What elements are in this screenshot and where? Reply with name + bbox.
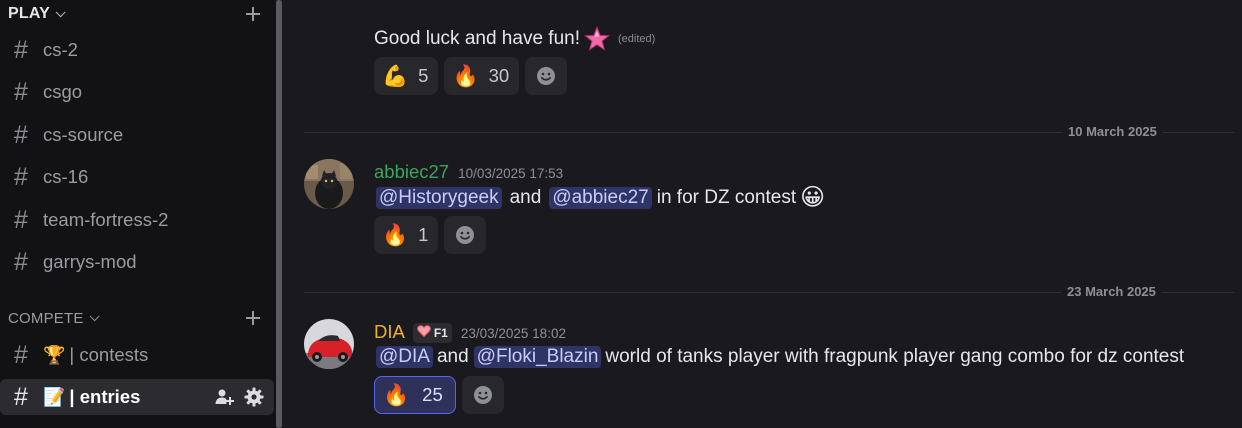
mention-dia[interactable]: @DIA <box>376 346 433 368</box>
channel-item-garrys-mod[interactable]: # garrys-mod <box>0 244 274 280</box>
add-reaction-button[interactable] <box>444 216 487 254</box>
channel-item-contests[interactable]: # 🏆 | contests <box>0 337 274 373</box>
reaction-count: 5 <box>418 65 429 86</box>
channel-sidebar: PLAY # cs-2 # csgo # cs-source # cs-16 #… <box>0 0 276 428</box>
reaction-flexed-biceps[interactable]: 💪 5 <box>374 57 439 95</box>
author-name[interactable]: DIA <box>374 321 405 343</box>
reaction-fire[interactable]: 🔥 1 <box>374 216 439 254</box>
pink-star-icon <box>584 26 610 51</box>
fire-icon: 🔥 <box>382 223 409 247</box>
avatar-dia[interactable] <box>304 319 354 369</box>
guild-tag-label: F1 <box>433 325 448 340</box>
hash-icon: # <box>14 341 28 369</box>
hash-icon: # <box>14 248 28 276</box>
edited-indicator: (edited) <box>617 33 656 45</box>
channel-name: 🏆 | contests <box>43 344 148 366</box>
reaction-count: 25 <box>422 384 443 405</box>
message-header: abbiec27 10/03/2025 17:53 <box>374 161 563 183</box>
hash-icon: # <box>14 36 28 64</box>
message-content: @Historygeek and @abbiec27 in for DZ con… <box>374 186 825 210</box>
hash-icon: # <box>14 206 28 234</box>
add-reaction-icon <box>473 386 492 404</box>
add-reaction-icon <box>537 67 556 85</box>
add-reaction-button[interactable] <box>461 376 504 414</box>
channel-item-csgo[interactable]: # csgo <box>0 74 274 110</box>
chat-area: Good luck and have fun! (edited) 💪 5 🔥 3… <box>282 0 1242 428</box>
memo-icon: 📝 <box>43 387 66 407</box>
message-text: Good luck and have fun! <box>374 28 580 49</box>
heart-badge-icon <box>416 325 431 340</box>
message-header: DIA F1 23/03/2025 18:02 <box>374 321 566 344</box>
flexed-biceps-icon: 💪 <box>382 64 409 88</box>
guild-tag[interactable]: F1 <box>412 322 452 343</box>
reaction-count: 30 <box>488 65 510 86</box>
reaction-bar: 🔥 1 <box>374 216 487 254</box>
chevron-down-icon <box>55 6 66 17</box>
date-divider-label: 10 March 2025 <box>1062 124 1163 139</box>
add-channel-icon[interactable] <box>245 3 261 25</box>
message-text: and <box>509 187 542 208</box>
channel-name: cs-16 <box>43 166 89 187</box>
channel-item-cs-16[interactable]: # cs-16 <box>0 159 274 195</box>
message-timestamp: 10/03/2025 17:53 <box>458 166 564 181</box>
channel-label: | entries <box>69 386 141 407</box>
chevron-down-icon <box>89 310 100 321</box>
grinning-face-icon: 😀 <box>800 184 826 211</box>
message-text: in for DZ contest <box>656 187 797 208</box>
channel-name: csgo <box>43 81 83 102</box>
message-timestamp: 23/03/2025 18:02 <box>460 326 566 341</box>
avatar-image <box>304 159 354 209</box>
reaction-bar: 🔥 25 <box>374 376 504 414</box>
invite-member-icon[interactable] <box>214 387 234 407</box>
add-reaction-icon <box>456 226 475 244</box>
channel-label: | contests <box>69 344 149 365</box>
category-play[interactable]: PLAY <box>8 3 264 25</box>
fire-icon: 🔥 <box>452 64 479 88</box>
channel-item-team-fortress-2[interactable]: # team-fortress-2 <box>0 202 274 238</box>
channel-item-entries[interactable]: # 📝 | entries <box>0 379 274 415</box>
mention-abbiec27[interactable]: @abbiec27 <box>549 187 652 209</box>
hash-icon: # <box>14 121 28 149</box>
channel-name: garrys-mod <box>43 251 137 272</box>
fire-icon: 🔥 <box>383 383 410 407</box>
category-compete[interactable]: COMPETE <box>8 307 264 329</box>
channel-item-cs-source[interactable]: # cs-source <box>0 117 274 153</box>
reaction-bar: 💪 5 🔥 30 <box>374 57 568 95</box>
author-name[interactable]: abbiec27 <box>374 161 449 183</box>
channel-item-cs-2[interactable]: # cs-2 <box>0 32 274 68</box>
hash-icon: # <box>14 163 28 191</box>
avatar-image <box>304 319 354 369</box>
channel-name: 📝 | entries <box>43 386 140 408</box>
channel-name: cs-source <box>43 124 124 145</box>
trophy-icon: 🏆 <box>43 345 66 365</box>
category-label: PLAY <box>8 5 51 22</box>
add-reaction-button[interactable] <box>525 57 568 95</box>
reaction-count: 1 <box>418 224 429 245</box>
hash-icon: # <box>14 78 28 106</box>
reaction-fire-selected[interactable]: 🔥 25 <box>374 376 456 414</box>
hash-icon: # <box>14 383 28 411</box>
mention-floki-blazin[interactable]: @Floki_Blazin <box>473 346 602 368</box>
message-content: Good luck and have fun! (edited) <box>374 26 655 52</box>
date-divider-label: 23 March 2025 <box>1061 284 1162 299</box>
add-channel-icon[interactable] <box>245 307 261 329</box>
channel-name: team-fortress-2 <box>43 209 169 230</box>
message-text: world of tanks player with fragpunk play… <box>605 346 1185 367</box>
message-content: @DIA and @Floki_Blazin world of tanks pl… <box>374 346 1184 368</box>
mention-historygeek[interactable]: @Historygeek <box>376 187 502 209</box>
channel-name: cs-2 <box>43 39 78 60</box>
category-label: COMPETE <box>8 309 84 327</box>
avatar-abbiec27[interactable] <box>304 159 354 209</box>
message-text: and <box>436 346 469 367</box>
reaction-fire[interactable]: 🔥 30 <box>444 57 520 95</box>
gear-icon[interactable] <box>244 387 264 407</box>
